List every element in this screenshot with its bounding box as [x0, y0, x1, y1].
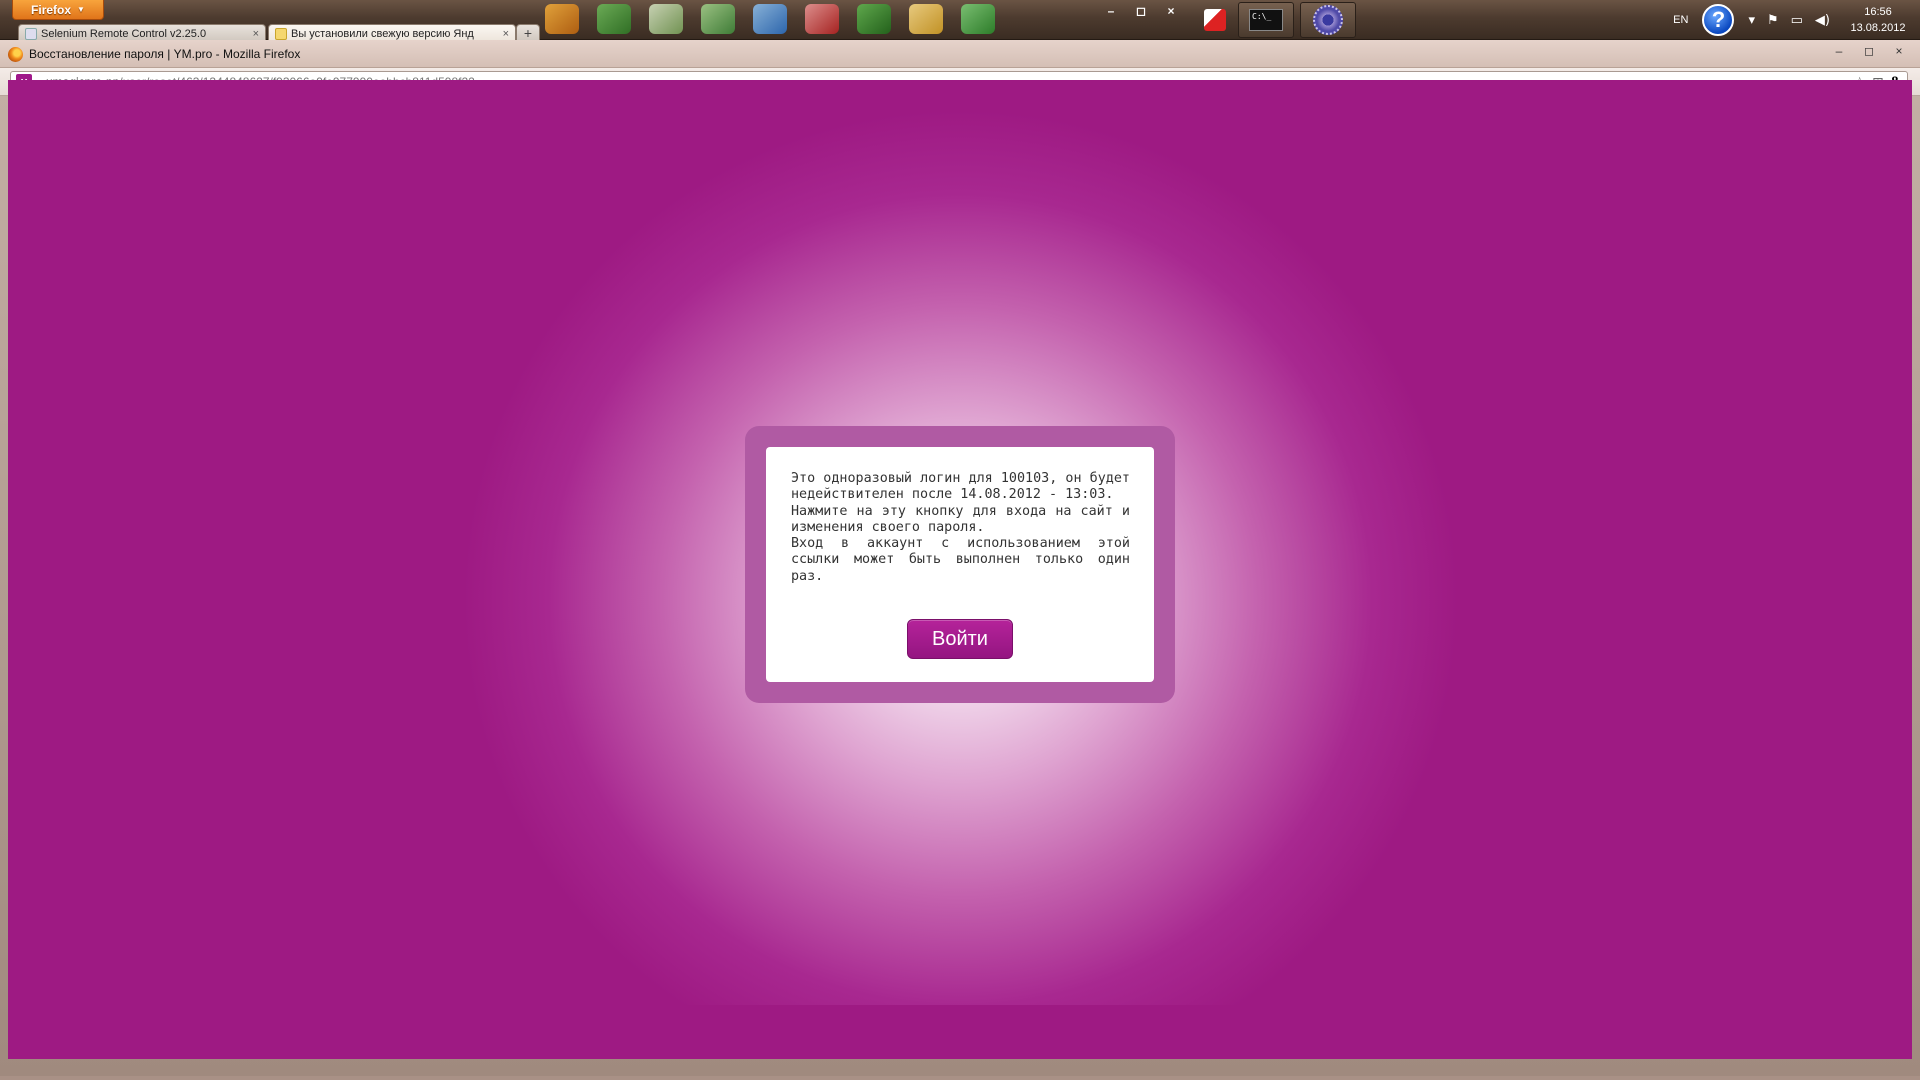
- network-icon[interactable]: ▭: [1791, 13, 1803, 28]
- document-icon[interactable]: [649, 4, 683, 34]
- dialog-message: Это одноразовый логин для 100103, он буд…: [791, 471, 1130, 585]
- flag-icon[interactable]: ⚑: [1767, 13, 1779, 28]
- volume-icon[interactable]: ◀): [1815, 13, 1830, 28]
- firefox-logo-icon: [8, 47, 23, 62]
- close-icon[interactable]: ×: [1156, 2, 1186, 20]
- quick-launch-icons: [545, 2, 995, 36]
- refresh-icon[interactable]: [961, 4, 995, 34]
- clock-time: 16:56: [1864, 6, 1892, 18]
- firefox-menu-button[interactable]: Firefox ▼: [12, 0, 104, 20]
- close-icon[interactable]: ×: [1886, 43, 1912, 59]
- title-bar: Восстановление пароля | YM.pro - Mozilla…: [0, 40, 1920, 68]
- close-icon[interactable]: ×: [253, 28, 259, 40]
- chevron-down-icon[interactable]: ▾: [1748, 13, 1755, 28]
- gear-icon: [1313, 5, 1343, 35]
- language-indicator[interactable]: EN: [1673, 14, 1688, 26]
- cmd-taskbar-button[interactable]: C:\_: [1238, 2, 1294, 38]
- orange-app-icon[interactable]: [545, 4, 579, 34]
- blue-app-icon[interactable]: [753, 4, 787, 34]
- green-app-icon[interactable]: [597, 4, 631, 34]
- taskbar: Firefox ▼ Selenium Remote Control v2.25.…: [0, 0, 1920, 42]
- clock[interactable]: 16:56 13.08.2012: [1842, 4, 1914, 36]
- page-content: Это одноразовый логин для 100103, он буд…: [8, 80, 1912, 1059]
- tab-label: Вы установили свежую версию Янд: [291, 27, 474, 40]
- page-icon: [275, 27, 287, 40]
- message-line: Вход в аккаунт с использованием этой ссы…: [791, 536, 1130, 584]
- image-icon[interactable]: [701, 4, 735, 34]
- login-dialog: Это одноразовый логин для 100103, он буд…: [766, 447, 1154, 682]
- close-icon[interactable]: ×: [503, 28, 509, 40]
- terminal-icon: C:\_: [1249, 9, 1283, 31]
- flash-icon: [1204, 9, 1226, 31]
- window-controls: – ◻ ×: [1826, 43, 1912, 59]
- ide-taskbar-button[interactable]: [1300, 2, 1356, 38]
- message-line: Нажмите на эту кнопку для входа на сайт …: [791, 503, 1130, 535]
- firefox-window: Восстановление пароля | YM.pro - Mozilla…: [0, 40, 1920, 1080]
- status-bar: [0, 1076, 1920, 1080]
- maximize-icon[interactable]: ◻: [1126, 2, 1156, 20]
- red-app-icon[interactable]: [805, 4, 839, 34]
- minimize-icon[interactable]: –: [1096, 2, 1126, 20]
- clock-date: 13.08.2012: [1850, 22, 1906, 34]
- window-title: Восстановление пароля | YM.pro - Mozilla…: [29, 47, 301, 61]
- login-dialog-frame: Это одноразовый логин для 100103, он буд…: [745, 426, 1175, 703]
- flash-app-button[interactable]: [1200, 2, 1230, 38]
- help-icon[interactable]: ?: [1702, 4, 1735, 36]
- system-tray: EN ? ▾ ⚑ ▭ ◀) 16:56 13.08.2012: [1673, 0, 1920, 40]
- page-icon: [25, 27, 37, 40]
- tree-icon[interactable]: [857, 4, 891, 34]
- message-line: Это одноразовый логин для 100103, он буд…: [791, 471, 1130, 503]
- login-button[interactable]: Войти: [907, 619, 1013, 659]
- folder-icon[interactable]: [909, 4, 943, 34]
- firefox-menu-label: Firefox: [31, 2, 72, 17]
- tab-label: Selenium Remote Control v2.25.0: [41, 27, 207, 40]
- minimize-icon[interactable]: –: [1826, 43, 1852, 59]
- chevron-down-icon: ▼: [77, 5, 85, 14]
- maximize-icon[interactable]: ◻: [1856, 43, 1882, 59]
- window-controls: – ◻ ×: [1096, 2, 1186, 20]
